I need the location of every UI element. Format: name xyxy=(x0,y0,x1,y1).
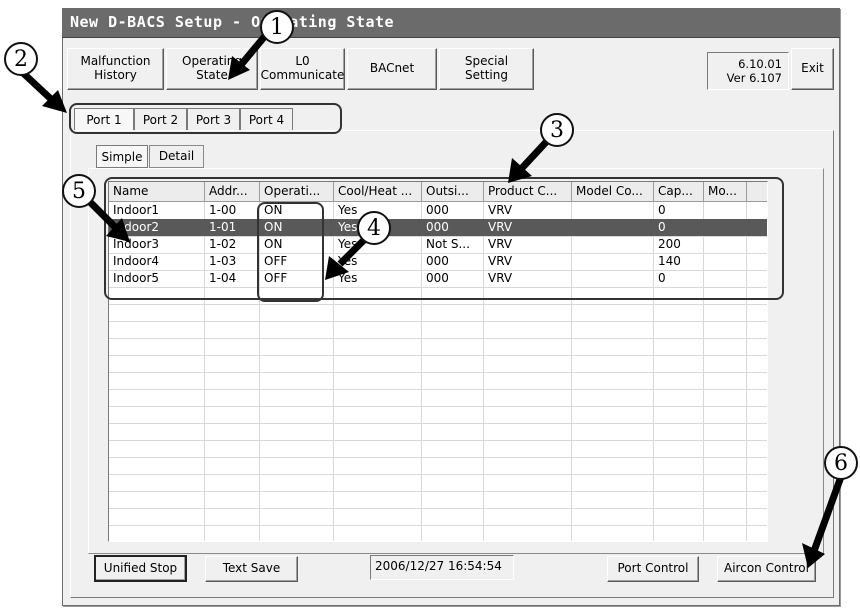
callout-2: 2 xyxy=(4,42,38,76)
callout-6: 6 xyxy=(824,446,858,480)
callout-4: 4 xyxy=(357,211,391,245)
callout-5: 5 xyxy=(62,174,96,208)
callout-3: 3 xyxy=(540,113,574,147)
callout-1: 1 xyxy=(260,10,294,44)
callout-arrows xyxy=(19,33,846,568)
